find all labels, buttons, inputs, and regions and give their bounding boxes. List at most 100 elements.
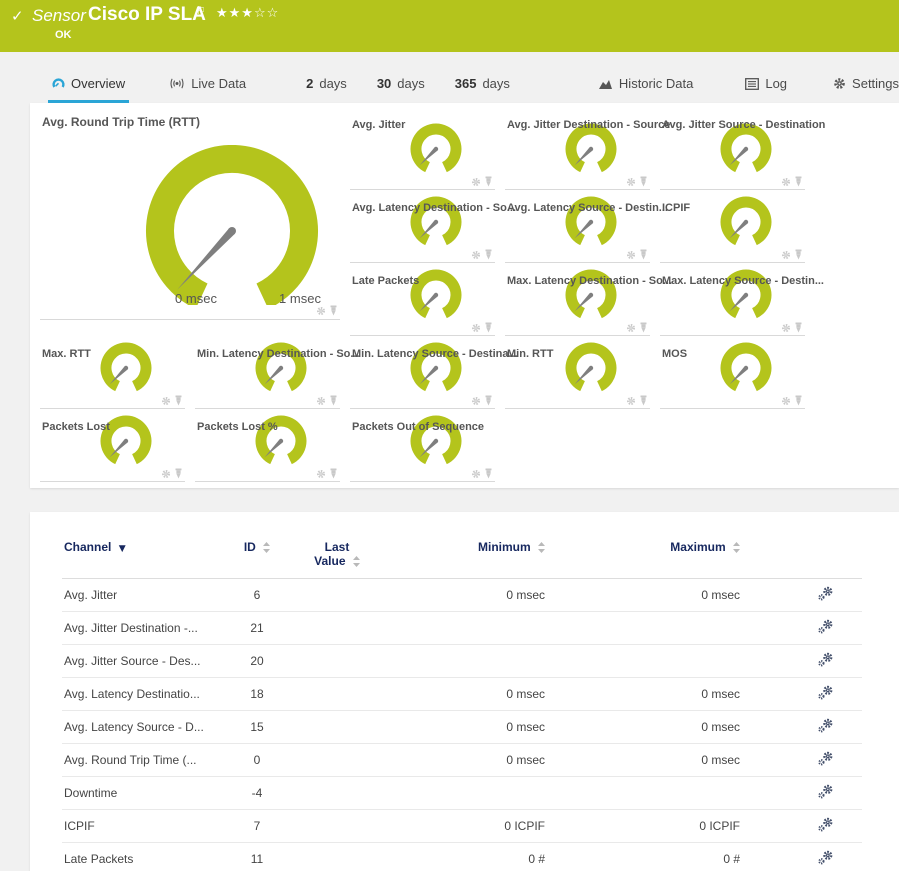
table-row[interactable]: Avg. Latency Destinatio... 18 0 msec 0 m… <box>62 678 862 711</box>
pin-icon[interactable] <box>329 395 338 406</box>
pin-icon[interactable] <box>794 176 803 187</box>
gauge-min-latency-dest-source[interactable]: Min. Latency Destination - So... <box>195 336 340 409</box>
gauge-avg-jitter[interactable]: Avg. Jitter <box>350 103 495 190</box>
gauge-late-packets[interactable]: Late Packets <box>350 263 495 336</box>
pin-icon[interactable] <box>639 249 648 260</box>
channel-edit-gears-icon[interactable] <box>818 850 834 865</box>
channel-name-cell: Avg. Jitter Destination -... <box>62 612 222 645</box>
pin-icon[interactable] <box>794 395 803 406</box>
column-header-last-value[interactable]: Last Value <box>292 526 382 579</box>
channel-minimum-cell: 0 msec <box>382 744 547 777</box>
gauge-avg-round-trip-time[interactable]: Avg. Round Trip Time (RTT) 0 msec 1 msec <box>40 103 340 320</box>
gauge-settings-gear-icon[interactable] <box>471 250 481 260</box>
pin-icon[interactable] <box>794 249 803 260</box>
gauge-settings-gear-icon[interactable] <box>316 396 326 406</box>
gauge-settings-gear-icon[interactable] <box>161 396 171 406</box>
table-row[interactable]: Downtime -4 <box>62 777 862 810</box>
gauge-max-latency-source-dest[interactable]: Max. Latency Source - Destin... <box>660 263 805 336</box>
gauge-controls <box>161 395 183 406</box>
table-row[interactable]: Avg. Jitter 6 0 msec 0 msec <box>62 579 862 612</box>
pin-icon[interactable] <box>639 176 648 187</box>
channel-edit-gears-icon[interactable] <box>818 652 834 667</box>
object-kind-label: Sensor <box>32 6 86 26</box>
gauge-packets-lost-pct[interactable]: Packets Lost % <box>195 409 340 482</box>
gauge-settings-gear-icon[interactable] <box>781 396 791 406</box>
table-row[interactable]: Late Packets 11 0 # 0 # <box>62 843 862 871</box>
gauge-settings-gear-icon[interactable] <box>316 306 326 316</box>
gauge-avg-jitter-dest-source[interactable]: Avg. Jitter Destination - Source <box>505 103 650 190</box>
pin-icon[interactable] <box>329 305 338 316</box>
channel-maximum-cell: 0 msec <box>547 579 742 612</box>
channel-edit-cell <box>742 711 862 744</box>
channel-edit-gears-icon[interactable] <box>818 685 834 700</box>
pin-icon[interactable] <box>484 249 493 260</box>
gauge-settings-gear-icon[interactable] <box>781 177 791 187</box>
gauge-packets-lost[interactable]: Packets Lost <box>40 409 185 482</box>
channel-edit-gears-icon[interactable] <box>818 817 834 832</box>
gauge-settings-gear-icon[interactable] <box>471 396 481 406</box>
gauge-avg-jitter-source-dest[interactable]: Avg. Jitter Source - Destination <box>660 103 805 190</box>
channel-edit-gears-icon[interactable] <box>818 586 834 601</box>
gauge-settings-gear-icon[interactable] <box>781 250 791 260</box>
gauge-settings-gear-icon[interactable] <box>471 323 481 333</box>
table-row[interactable]: Avg. Jitter Destination -... 21 <box>62 612 862 645</box>
table-row[interactable]: Avg. Latency Source - D... 15 0 msec 0 m… <box>62 711 862 744</box>
pin-icon[interactable] <box>484 395 493 406</box>
tab-30-days-number: 30 <box>377 76 391 91</box>
gauge-settings-gear-icon[interactable] <box>626 396 636 406</box>
channel-edit-gears-icon[interactable] <box>818 619 834 634</box>
column-label: ID <box>244 540 256 554</box>
column-header-id[interactable]: ID <box>222 526 292 579</box>
pin-icon[interactable] <box>174 395 183 406</box>
gauge-settings-gear-icon[interactable] <box>626 250 636 260</box>
gauge-settings-gear-icon[interactable] <box>781 323 791 333</box>
gauge-avg-latency-dest-source[interactable]: Avg. Latency Destination - So... <box>350 190 495 263</box>
pin-icon[interactable] <box>639 395 648 406</box>
channel-edit-gears-icon[interactable] <box>818 718 834 733</box>
tab-log[interactable]: Log <box>741 68 791 103</box>
gauge-settings-gear-icon[interactable] <box>626 177 636 187</box>
gauge-settings-gear-icon[interactable] <box>626 323 636 333</box>
gauge-settings-gear-icon[interactable] <box>471 177 481 187</box>
gauge-controls <box>781 322 803 333</box>
gauge-min-rtt[interactable]: Min. RTT <box>505 336 650 409</box>
gauge-min-latency-source-dest[interactable]: Min. Latency Source - Destina... <box>350 336 495 409</box>
gauge-mos[interactable]: MOS <box>660 336 805 409</box>
gauge-settings-gear-icon[interactable] <box>161 469 171 479</box>
tab-settings[interactable]: Settings <box>829 68 899 103</box>
tab-overview[interactable]: Overview <box>48 68 129 103</box>
gauge-icpif[interactable]: ICPIF <box>660 190 805 263</box>
flag-icon[interactable]: ⚐ <box>196 4 206 17</box>
column-header-minimum[interactable]: Minimum <box>382 526 547 579</box>
pin-icon[interactable] <box>484 468 493 479</box>
sort-icon <box>263 542 270 553</box>
gauge-max-rtt[interactable]: Max. RTT <box>40 336 185 409</box>
pin-icon[interactable] <box>174 468 183 479</box>
gauge-settings-gear-icon[interactable] <box>471 469 481 479</box>
tab-historic-data[interactable]: Historic Data <box>594 68 697 103</box>
table-row[interactable]: Avg. Jitter Source - Des... 20 <box>62 645 862 678</box>
pin-icon[interactable] <box>329 468 338 479</box>
priority-stars[interactable]: ★★★☆☆ <box>216 6 279 21</box>
tab-30-days[interactable]: 30 days <box>373 68 429 103</box>
column-header-channel[interactable]: Channel ▼ <box>62 526 222 579</box>
gauge-packets-out-of-sequence[interactable]: Packets Out of Sequence <box>350 409 495 482</box>
column-header-maximum[interactable]: Maximum <box>547 526 742 579</box>
pin-icon[interactable] <box>484 322 493 333</box>
tab-2-days[interactable]: 2 days <box>302 68 351 103</box>
pin-icon[interactable] <box>639 322 648 333</box>
tab-live-data[interactable]: Live Data <box>165 68 250 103</box>
gauge-avg-latency-source-dest[interactable]: Avg. Latency Source - Destin... <box>505 190 650 263</box>
channel-edit-gears-icon[interactable] <box>818 784 834 799</box>
table-row[interactable]: Avg. Round Trip Time (... 0 0 msec 0 mse… <box>62 744 862 777</box>
channel-edit-cell <box>742 777 862 810</box>
gauge-controls <box>316 305 338 316</box>
tab-365-days[interactable]: 365 days <box>451 68 514 103</box>
gauge-controls <box>626 249 648 260</box>
gauge-max-latency-dest-source[interactable]: Max. Latency Destination - So... <box>505 263 650 336</box>
pin-icon[interactable] <box>484 176 493 187</box>
pin-icon[interactable] <box>794 322 803 333</box>
channel-edit-gears-icon[interactable] <box>818 751 834 766</box>
table-row[interactable]: ICPIF 7 0 ICPIF 0 ICPIF <box>62 810 862 843</box>
gauge-settings-gear-icon[interactable] <box>316 469 326 479</box>
